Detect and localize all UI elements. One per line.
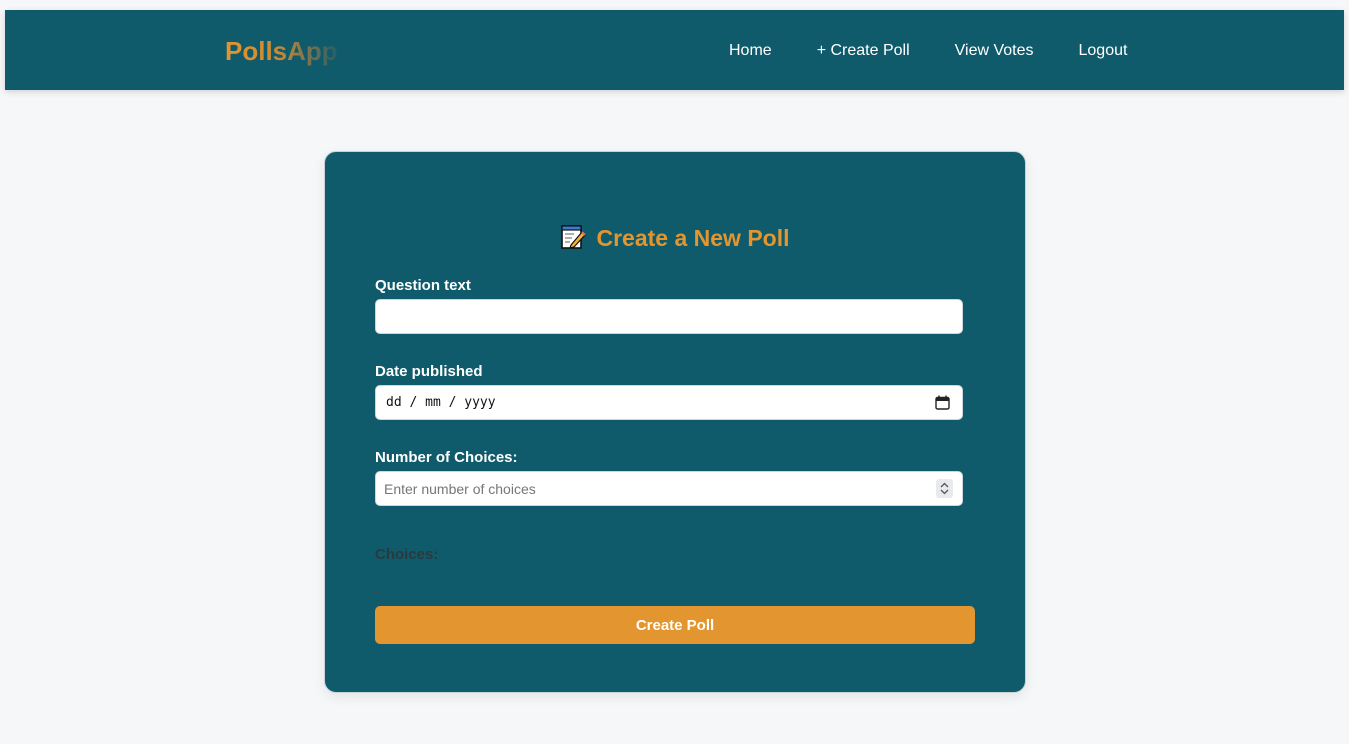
question-text-input[interactable] [375, 299, 963, 334]
number-of-choices-label: Number of Choices: [375, 449, 518, 466]
brand-logo[interactable]: PollsApp [225, 36, 343, 67]
nav-link-logout[interactable]: Logout [1079, 42, 1128, 60]
spinner-icon[interactable] [936, 479, 953, 498]
nav-links: Home + Create Poll View Votes Logout [729, 42, 1127, 60]
number-of-choices-input[interactable]: Enter number of choices [375, 471, 963, 506]
number-of-choices-placeholder: Enter number of choices [384, 481, 536, 497]
page-title-text: Create a New Poll [596, 225, 790, 251]
create-poll-card: Create a New Poll Question text Date pub… [324, 151, 1026, 693]
create-poll-button[interactable]: Create Poll [375, 606, 975, 644]
date-published-input[interactable]: dd / mm / yyyy [375, 385, 963, 420]
navbar: PollsApp Home + Create Poll View Votes L… [5, 10, 1344, 90]
question-text-label: Question text [375, 277, 471, 294]
nav-link-home[interactable]: Home [729, 42, 772, 60]
calendar-icon[interactable] [935, 395, 950, 410]
page-title: Create a New Poll [325, 224, 1025, 252]
choices-label: Choices: [375, 546, 439, 563]
nav-link-create-poll[interactable]: + Create Poll [817, 42, 910, 60]
date-published-label: Date published [375, 363, 483, 380]
nav-link-view-votes[interactable]: View Votes [955, 42, 1034, 60]
memo-icon [561, 225, 587, 249]
date-placeholder: dd / mm / yyyy [386, 395, 496, 410]
choices-container [376, 592, 379, 594]
